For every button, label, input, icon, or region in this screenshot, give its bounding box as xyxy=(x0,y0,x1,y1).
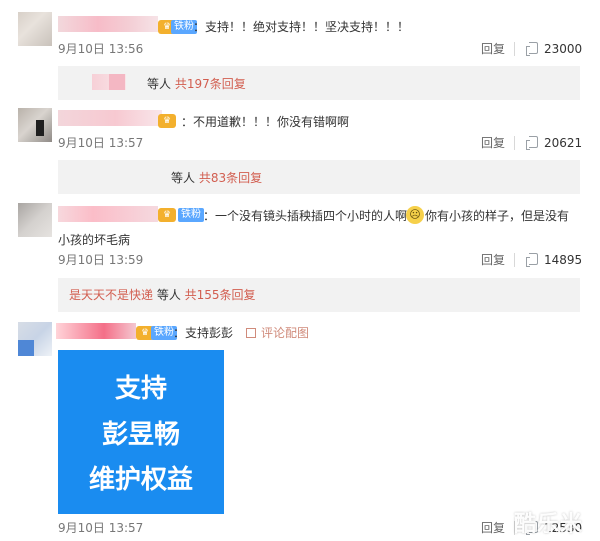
avatar[interactable] xyxy=(18,203,52,237)
comment-image-link-label[interactable]: 评论配图 xyxy=(261,326,309,340)
reply-summary-box[interactable] xyxy=(58,66,580,100)
reply-count-link[interactable]: 共197条回复 xyxy=(175,77,246,91)
reply-user-placeholder xyxy=(109,74,125,90)
reply-summary[interactable]: 等人 共83条回复 xyxy=(171,170,262,186)
poster-line: 支持 xyxy=(114,374,167,404)
avatar-detail xyxy=(36,120,44,136)
action-divider xyxy=(514,253,515,267)
username[interactable] xyxy=(58,16,158,32)
reply-summary-box[interactable] xyxy=(58,160,580,194)
comment-image-link[interactable]: 评论配图 xyxy=(246,325,309,341)
avatar-detail xyxy=(18,340,34,356)
fan-badge: 铁粉 xyxy=(178,208,204,222)
comment-text: ：支持！！绝对支持！！坚决支持！！！ xyxy=(193,20,410,34)
like-count: 14895 xyxy=(544,253,583,267)
comment-time: 9月10日 13:57 xyxy=(58,521,144,535)
reply-button[interactable]: 回复 xyxy=(481,42,505,56)
crown-icon: ♛ xyxy=(158,114,176,128)
reply-count-link[interactable]: 共155条回复 xyxy=(185,288,256,302)
reply-button[interactable]: 回复 xyxy=(481,253,505,267)
reply-summary-prefix: 等人 xyxy=(171,171,199,185)
like-icon[interactable] xyxy=(525,41,539,56)
reply-button[interactable]: 回复 xyxy=(481,136,505,150)
like-icon[interactable] xyxy=(525,135,539,150)
avatar[interactable] xyxy=(18,322,52,356)
comment-text: ：支持彭彭 xyxy=(173,326,234,340)
image-icon xyxy=(246,328,256,338)
crown-icon: ♛ xyxy=(158,208,176,222)
action-divider xyxy=(514,42,515,56)
watermark: 酷乐米 xyxy=(514,512,584,537)
reply-button[interactable]: 回复 xyxy=(481,521,505,535)
comment-text: ：一个没有镜头插秧插四个小时的人啊 xyxy=(203,209,408,223)
comment-time: 9月10日 13:59 xyxy=(58,253,144,267)
reply-count-link[interactable]: 共83条回复 xyxy=(199,171,262,185)
username[interactable] xyxy=(58,110,162,126)
emoji-icon: ☹ xyxy=(406,206,424,224)
reply-summary-prefix: 等人 xyxy=(153,288,185,302)
poster-line: 彭昱畅 xyxy=(101,420,180,450)
comment-image[interactable]: 支持 彭昱畅 维护权益 xyxy=(58,350,224,514)
comment-time: 9月10日 13:56 xyxy=(58,42,144,56)
username[interactable] xyxy=(58,206,158,222)
like-count: 23000 xyxy=(544,42,583,56)
poster-line: 维护权益 xyxy=(88,465,193,495)
username[interactable] xyxy=(56,323,136,339)
reply-summary[interactable]: 是天天不是快递 等人 共155条回复 xyxy=(69,287,256,303)
comment-text-continued: 你有小孩的样子，但是没有 xyxy=(425,209,570,223)
comment-time: 9月10日 13:57 xyxy=(58,136,144,150)
avatar[interactable] xyxy=(18,108,52,142)
reply-user-link[interactable]: 是天天不是快递 xyxy=(69,288,153,302)
action-divider xyxy=(514,136,515,150)
like-count: 20621 xyxy=(544,136,583,150)
like-icon[interactable] xyxy=(525,252,539,267)
reply-summary-prefix: 等人 xyxy=(147,77,175,91)
reply-summary[interactable]: 等人 共197条回复 xyxy=(147,76,246,92)
comment-text-continued: 小孩的坏毛病 xyxy=(58,233,131,247)
comment-text: ：不用道歉！！！你没有错啊啊 xyxy=(181,115,350,129)
avatar[interactable] xyxy=(18,12,52,46)
